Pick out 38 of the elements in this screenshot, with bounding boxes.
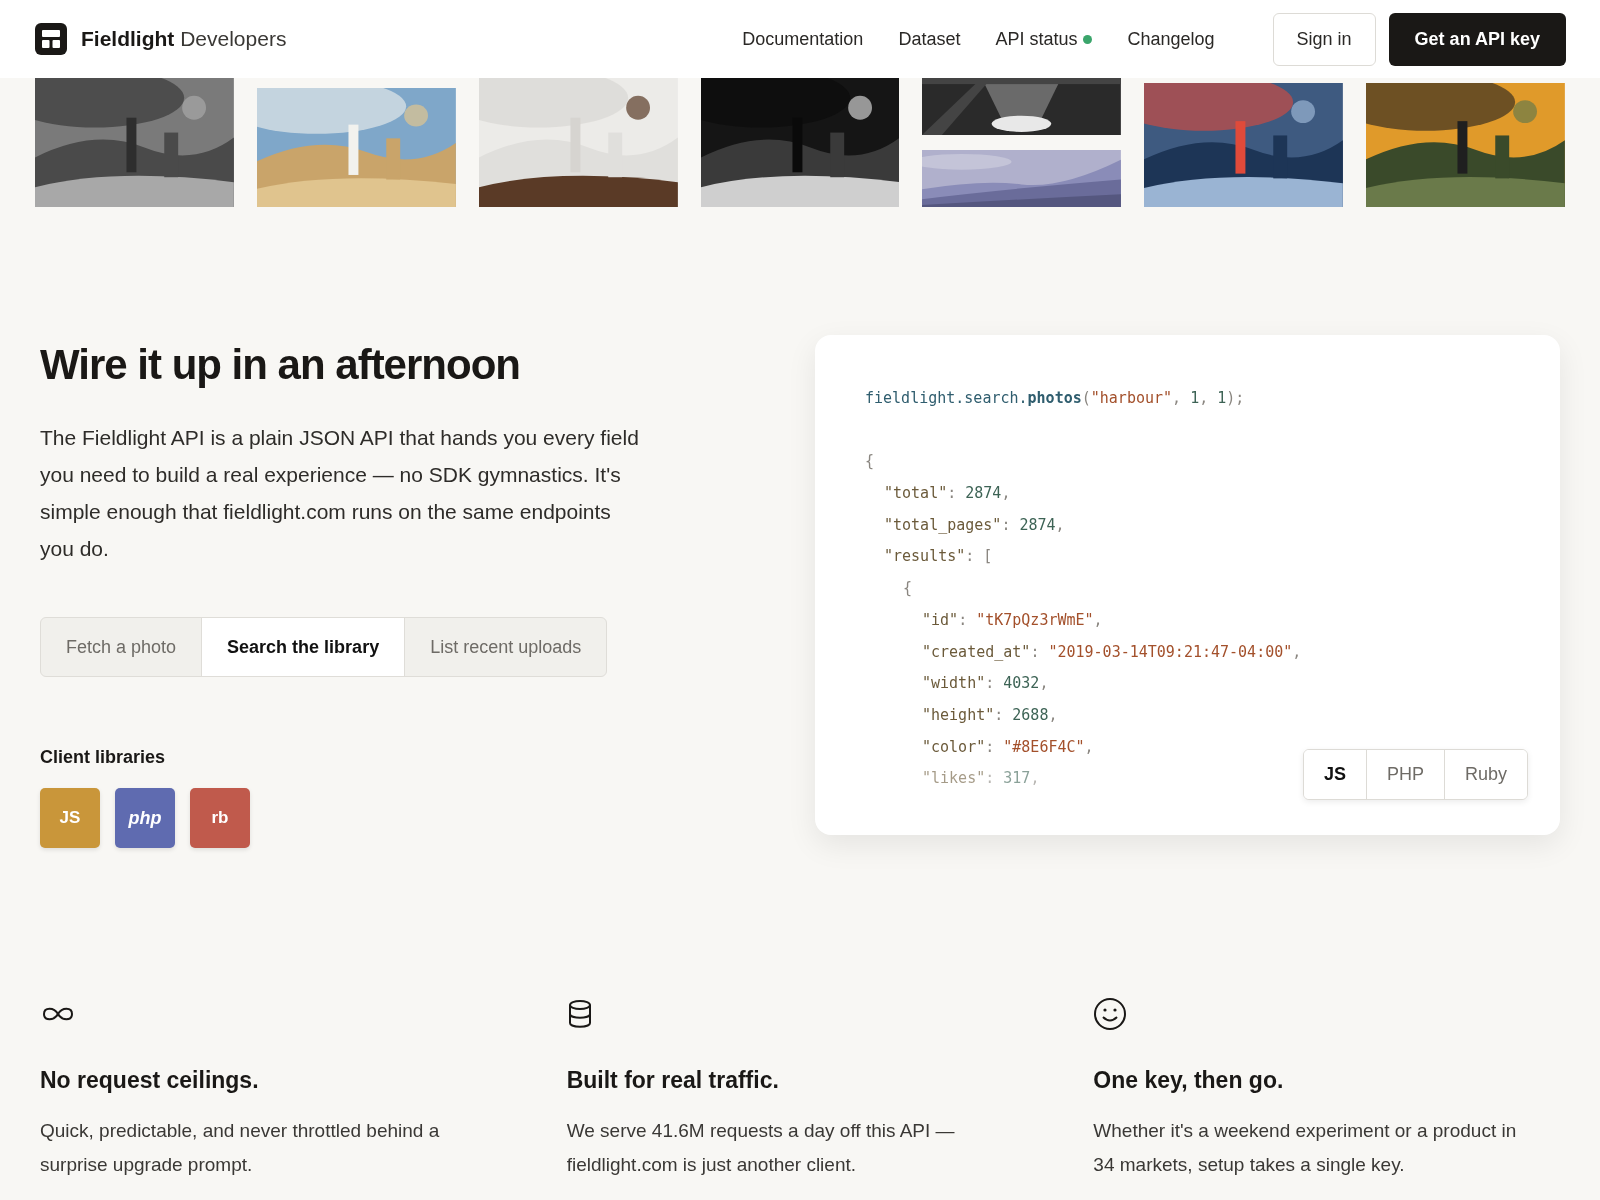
nav-link[interactable]: API status bbox=[995, 28, 1078, 50]
code-line: { bbox=[903, 578, 913, 600]
libraries-heading: Client libraries bbox=[40, 747, 167, 768]
smiley-icon bbox=[1093, 997, 1128, 1031]
feature-description: We serve 41.6M requests a day off this API — fieldlight.com is just another client. bbox=[566, 1119, 956, 1177]
feature-description: Quick, predictable, and never throttled behind a surprise upgrade prompt. bbox=[40, 1119, 441, 1177]
code-line: { bbox=[865, 451, 875, 473]
language-tab[interactable]: Ruby bbox=[1444, 750, 1527, 799]
nav-link[interactable]: Documentation bbox=[742, 28, 864, 50]
feature-title: Built for real traffic. bbox=[566, 1067, 780, 1094]
logo-icon bbox=[35, 23, 67, 55]
example-tab[interactable]: List recent uploads bbox=[405, 618, 607, 676]
language-tab[interactable]: PHP bbox=[1366, 750, 1445, 799]
library-badge[interactable]: rb bbox=[190, 788, 250, 848]
code-line: "height": 2688, bbox=[922, 704, 1058, 726]
feature-description: Whether it's a weekend experiment or a product in 34 markets, setup takes a single key. bbox=[1093, 1119, 1518, 1177]
language-tab[interactable]: JS bbox=[1303, 750, 1367, 799]
example-tab[interactable]: Search the library bbox=[202, 618, 406, 676]
code-line: fieldlight.search.photos("harbour", 1, 1); bbox=[865, 388, 1245, 409]
code-line: "created_at": "2019-03-14T09:21:47-04:00", bbox=[922, 641, 1302, 663]
code-line: "results": [ bbox=[884, 546, 993, 568]
library-badge[interactable]: php bbox=[115, 788, 175, 848]
section-title: Wire it up in an afternoon bbox=[40, 341, 521, 389]
feature-title: One key, then go. bbox=[1093, 1067, 1285, 1094]
sign-in-button[interactable]: Sign in bbox=[1272, 12, 1376, 66]
nav-link[interactable]: Dataset bbox=[898, 28, 961, 50]
brand-name[interactable]: Fieldlight Developers bbox=[81, 27, 287, 51]
code-line: "width": 4032, bbox=[922, 673, 1049, 695]
code-line: "likes": 317, bbox=[922, 768, 1040, 790]
code-line: "total": 2874, bbox=[884, 483, 1011, 505]
code-line: "color": "#8E6F4C", bbox=[922, 736, 1094, 758]
feature-title: No request ceilings. bbox=[40, 1067, 260, 1094]
code-line: "total_pages": 2874, bbox=[884, 514, 1065, 536]
database-icon bbox=[566, 997, 593, 1031]
api-key-button[interactable]: Get an API key bbox=[1388, 12, 1566, 66]
code-line: "id": "tK7pQz3rWmE", bbox=[922, 609, 1103, 631]
intro-paragraph: The Fieldlight API is a plain JSON API that hands you every field you need to build a real experience — no SDK gymnastics. It's simple enough that fieldlight.com runs on the same endpoints you do. bbox=[40, 425, 640, 562]
nav-link[interactable]: Changelog bbox=[1127, 28, 1215, 50]
